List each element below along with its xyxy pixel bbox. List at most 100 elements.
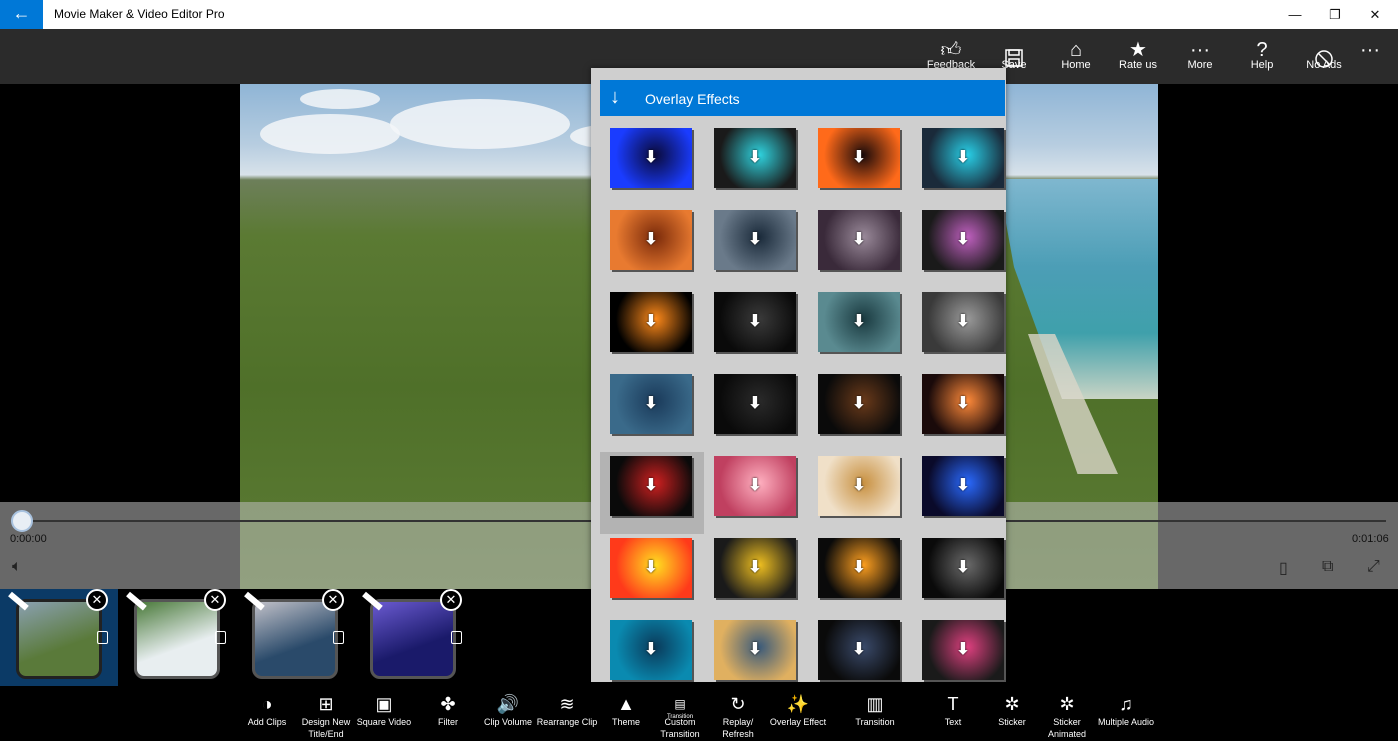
tool-text-button[interactable]: T Text: [921, 686, 985, 741]
tool-design-title-button[interactable]: ⊞ Design New Title/End: [294, 686, 358, 741]
download-icon[interactable]: ⬇: [818, 456, 900, 516]
overlay-effect-tile[interactable]: ⬇: [600, 616, 704, 682]
overlay-effect-tile[interactable]: ⬇: [600, 288, 704, 370]
overlay-effect-tile[interactable]: ⬇: [600, 370, 704, 452]
home-button[interactable]: ⌂ Home: [1045, 29, 1107, 84]
tool-sticker-animated-button[interactable]: ✲ Sticker Animated: [1035, 686, 1099, 741]
aspect-ratio-icon[interactable]: ▯: [1279, 558, 1288, 578]
remove-clip-icon[interactable]: ✕: [322, 589, 344, 611]
overflow-menu-button[interactable]: ···: [1345, 29, 1395, 84]
overlay-effect-tile[interactable]: ⬇: [912, 534, 1006, 616]
tool-rearrange-button[interactable]: ≋ Rearrange Clip: [535, 686, 599, 741]
download-icon[interactable]: ⬇: [922, 292, 1004, 352]
download-icon[interactable]: ⬇: [922, 538, 1004, 598]
download-icon[interactable]: ⬇: [714, 456, 796, 516]
timeline-clip[interactable]: ✕: [354, 589, 472, 686]
volume-icon[interactable]: 🔈︎: [12, 558, 22, 576]
overlay-effect-tile[interactable]: ⬇: [808, 288, 912, 370]
overlay-effect-tile[interactable]: ⬇: [808, 616, 912, 682]
collapse-arrow-icon[interactable]: ↓: [610, 86, 620, 108]
download-icon[interactable]: ⬇: [818, 538, 900, 598]
download-icon[interactable]: ⬇: [610, 292, 692, 352]
download-icon[interactable]: ⬇: [922, 210, 1004, 270]
overlay-effect-tile[interactable]: ⬇: [704, 206, 808, 288]
download-icon[interactable]: ⬇: [818, 210, 900, 270]
overlay-effect-tile[interactable]: ⬇: [600, 206, 704, 288]
overlay-effect-tile[interactable]: ⬇: [808, 370, 912, 452]
overlay-effect-tile[interactable]: ⬇: [600, 534, 704, 616]
remove-clip-icon[interactable]: ✕: [204, 589, 226, 611]
rate-us-button[interactable]: ★ Rate us: [1107, 29, 1169, 84]
overlay-effects-header[interactable]: ↓ Overlay Effects: [600, 80, 1005, 116]
download-icon[interactable]: ⬇: [610, 538, 692, 598]
overlay-effect-tile[interactable]: ⬇: [808, 124, 912, 206]
download-icon[interactable]: ⬇: [818, 374, 900, 434]
duplicate-clip-icon[interactable]: [97, 631, 108, 644]
timeline-clip[interactable]: ✕: [0, 589, 118, 686]
download-icon[interactable]: ⬇: [714, 210, 796, 270]
overlay-effect-tile[interactable]: ⬇: [704, 616, 808, 682]
download-icon[interactable]: ⬇: [922, 620, 1004, 680]
clip-thumbnail[interactable]: [16, 599, 102, 679]
overlay-effect-tile[interactable]: ⬇: [912, 124, 1006, 206]
duplicate-clip-icon[interactable]: [451, 631, 462, 644]
tool-multiple-audio-button[interactable]: ♫ Multiple Audio: [1094, 686, 1158, 741]
overlay-effect-tile[interactable]: ⬇: [704, 124, 808, 206]
download-icon[interactable]: ⬇: [610, 210, 692, 270]
close-window-button[interactable]: ✕: [1352, 0, 1398, 29]
download-icon[interactable]: ⬇: [610, 456, 692, 516]
tool-filter-button[interactable]: ✤ Filter: [416, 686, 480, 741]
download-icon[interactable]: ⬇: [818, 292, 900, 352]
tool-square-video-button[interactable]: ▣ Square Video: [352, 686, 416, 741]
clip-thumbnail[interactable]: [370, 599, 456, 679]
tool-add-clips-button[interactable]: ◑ Add Clips: [235, 686, 299, 741]
overlay-effect-tile[interactable]: ⬇: [704, 452, 808, 534]
clip-thumbnail[interactable]: [134, 599, 220, 679]
remove-clip-icon[interactable]: ✕: [86, 589, 108, 611]
overlay-effect-tile[interactable]: ⬇: [912, 616, 1006, 682]
overlay-effect-tile[interactable]: ⬇: [912, 288, 1006, 370]
download-icon[interactable]: ⬇: [610, 620, 692, 680]
help-button[interactable]: ? Help: [1231, 29, 1293, 84]
remove-clip-icon[interactable]: ✕: [440, 589, 462, 611]
download-icon[interactable]: ⬇: [714, 538, 796, 598]
overlay-effect-tile[interactable]: ⬇: [704, 288, 808, 370]
download-icon[interactable]: ⬇: [818, 128, 900, 188]
download-icon[interactable]: ⬇: [714, 292, 796, 352]
overlay-effect-tile[interactable]: ⬇: [912, 452, 1006, 534]
tool-clip-volume-button[interactable]: 🔊 Clip Volume: [476, 686, 540, 741]
overlay-effect-tile[interactable]: ⬇: [808, 452, 912, 534]
seek-handle[interactable]: [11, 510, 33, 532]
back-button[interactable]: ←: [0, 0, 43, 29]
download-icon[interactable]: ⬇: [610, 374, 692, 434]
fullscreen-icon[interactable]: ⤢: [1367, 558, 1380, 576]
overlay-effect-tile[interactable]: ⬇: [808, 206, 912, 288]
rotate-icon[interactable]: ⧉: [1322, 558, 1333, 576]
overlay-effect-tile[interactable]: ⬇: [808, 534, 912, 616]
overlay-effect-tile[interactable]: ⬇: [600, 124, 704, 206]
duplicate-clip-icon[interactable]: [333, 631, 344, 644]
overlay-effect-tile[interactable]: ⬇: [600, 452, 704, 534]
download-icon[interactable]: ⬇: [922, 128, 1004, 188]
tool-transition-button[interactable]: ▥ Transition: [843, 686, 907, 741]
tool-replay-button[interactable]: ↻ Replay/ Refresh: [706, 686, 770, 741]
download-icon[interactable]: ⬇: [610, 128, 692, 188]
download-icon[interactable]: ⬇: [714, 374, 796, 434]
duplicate-clip-icon[interactable]: [215, 631, 226, 644]
overlay-effect-tile[interactable]: ⬇: [912, 370, 1006, 452]
transition-icon: ▥: [866, 694, 884, 714]
tool-overlay-effect-button[interactable]: ✨ Overlay Effect: [766, 686, 830, 741]
download-icon[interactable]: ⬇: [714, 620, 796, 680]
timeline-clip[interactable]: ✕: [118, 589, 236, 686]
download-icon[interactable]: ⬇: [818, 620, 900, 680]
overlay-effect-tile[interactable]: ⬇: [912, 206, 1006, 288]
more-button[interactable]: ··· More: [1169, 29, 1231, 84]
tool-custom-transition-button[interactable]: ▤ Transition Custom Transition: [648, 686, 712, 741]
clip-thumbnail[interactable]: [252, 599, 338, 679]
download-icon[interactable]: ⬇: [714, 128, 796, 188]
download-icon[interactable]: ⬇: [922, 456, 1004, 516]
download-icon[interactable]: ⬇: [922, 374, 1004, 434]
timeline-clip[interactable]: ✕: [236, 589, 354, 686]
overlay-effect-tile[interactable]: ⬇: [704, 370, 808, 452]
overlay-effect-tile[interactable]: ⬇: [704, 534, 808, 616]
